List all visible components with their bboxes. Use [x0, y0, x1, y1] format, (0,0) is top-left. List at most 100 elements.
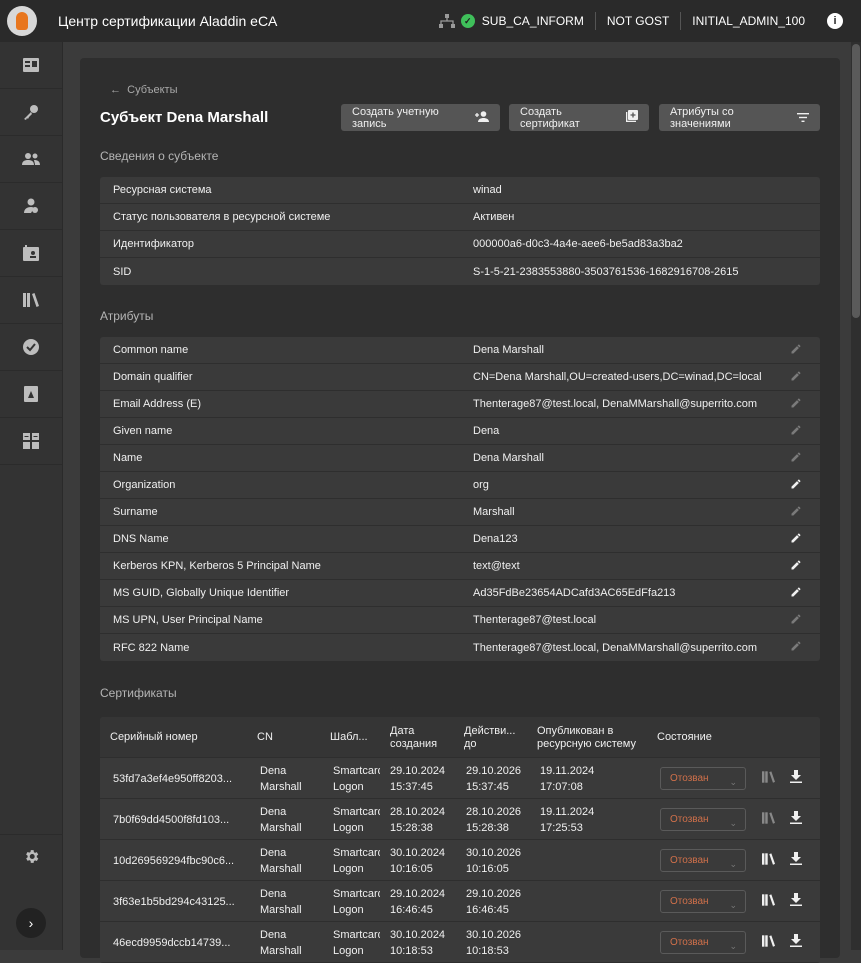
- breadcrumb-label: Субъекты: [127, 84, 178, 96]
- chevron-down-icon: ⌄: [729, 818, 737, 828]
- cert-created: 30.10.2024: [390, 847, 446, 859]
- attribute-value: Thenterage87@test.local, DenaMMarshall@s…: [473, 641, 758, 654]
- attribute-value: Ad35FdBe23654ADCafd3AC65EdFfa213: [473, 587, 676, 599]
- status-select[interactable]: Отозван ⌄: [660, 767, 746, 790]
- attributes-table: Common name Dena Marshall Domain qualifier…: [100, 337, 820, 661]
- current-user[interactable]: INITIAL_ADMIN_100: [692, 14, 805, 28]
- page-scrollbar-thumb[interactable]: [852, 44, 860, 318]
- table-row[interactable]: 46ecd9959dccb14739... Dena Marshall Smartca…: [100, 922, 820, 963]
- create-account-button[interactable]: Создать учетную запись: [341, 104, 500, 131]
- dashboard-icon: [23, 58, 39, 72]
- sidebar-item-directory[interactable]: [0, 230, 62, 277]
- cert-template: Smartcard: [333, 765, 380, 777]
- status-select[interactable]: Отозван ⌄: [660, 890, 746, 913]
- sidebar-item-reports[interactable]: [0, 418, 62, 465]
- attributes-with-values-button[interactable]: Атрибуты со значениями: [659, 104, 820, 131]
- cert-serial: 10d269569294fbc90c6...: [113, 855, 235, 867]
- certificate-icon: [24, 386, 38, 402]
- pencil-icon[interactable]: [790, 532, 804, 546]
- pencil-icon: [790, 451, 804, 465]
- info-value: winad: [473, 184, 502, 196]
- download-icon[interactable]: [790, 770, 802, 788]
- cert-created: 29.10.2024: [390, 765, 446, 777]
- gear-icon: [26, 850, 39, 863]
- status-select[interactable]: Отозван ⌄: [660, 849, 746, 872]
- sidebar-item-certificates[interactable]: [0, 371, 62, 418]
- col-published-line2: ресурсную систему: [537, 738, 636, 750]
- cert-cn: Marshall: [260, 822, 302, 834]
- sidebar-item-verified[interactable]: [0, 324, 62, 371]
- col-valid[interactable]: Действи... до: [464, 725, 515, 751]
- top-status-area: ✓ SUB_CA_INFORM NOT GOST INITIAL_ADMIN_1…: [438, 0, 861, 42]
- calculator-icon: [23, 433, 39, 449]
- col-created[interactable]: Дата создания: [390, 725, 437, 751]
- sidebar-item-settings[interactable]: [0, 834, 63, 878]
- attribute-key: MS GUID, Globally Unique Identifier: [113, 587, 290, 599]
- col-published[interactable]: Опубликован в ресурсную систему: [537, 725, 636, 751]
- col-state[interactable]: Состояние: [657, 731, 712, 744]
- pencil-icon: [790, 343, 804, 357]
- divider: [594, 12, 596, 30]
- col-published-line1: Опубликован в: [537, 725, 614, 737]
- cert-valid-until: 29.10.2026: [466, 888, 522, 900]
- sidebar-item-subjects[interactable]: [0, 183, 62, 230]
- download-icon[interactable]: [790, 811, 802, 829]
- library-icon[interactable]: [762, 894, 775, 911]
- status-value: Отозван: [670, 854, 709, 866]
- cert-valid-until: 10:18:53: [466, 945, 509, 957]
- sidebar-item-dashboard[interactable]: [0, 42, 62, 89]
- sidebar-item-keys[interactable]: [0, 89, 62, 136]
- cert-cn: Dena: [260, 806, 287, 818]
- attribute-key: Domain qualifier: [113, 371, 193, 383]
- col-valid-line1: Действи...: [464, 725, 516, 737]
- cert-created: 16:46:45: [390, 904, 433, 916]
- library-icon: [762, 771, 775, 788]
- cert-created: 10:16:05: [390, 863, 433, 875]
- pencil-icon[interactable]: [790, 586, 804, 600]
- certificates-table-header: Серийный номер CN Шабл... Дата создания Д…: [100, 717, 820, 758]
- cert-created: 15:37:45: [390, 781, 433, 793]
- cert-valid-until: 15:28:38: [466, 822, 509, 834]
- library-icon[interactable]: [762, 935, 775, 952]
- info-key: Ресурсная система: [113, 184, 212, 196]
- table-row[interactable]: 10d269569294fbc90c6... Dena Marshall Smartc…: [100, 840, 820, 881]
- attribute-row: Email Address (E) Thenterage87@test.local…: [100, 391, 820, 418]
- breadcrumb-back[interactable]: ← Субъекты: [110, 84, 178, 96]
- col-cn[interactable]: CN: [257, 731, 273, 744]
- create-certificate-button[interactable]: Создать сертификат: [509, 104, 649, 131]
- network-tree-icon[interactable]: [438, 14, 455, 28]
- table-row[interactable]: 53fd7a3ef4e950ff8203... Dena Marshall Smart…: [100, 758, 820, 799]
- download-icon[interactable]: [790, 934, 802, 952]
- download-icon[interactable]: [790, 893, 802, 911]
- table-row[interactable]: 7b0f69dd4500f8fd103... Dena Marshall Smartc…: [100, 799, 820, 840]
- info-icon[interactable]: i: [827, 13, 843, 29]
- cert-template: Smartcard: [333, 929, 380, 941]
- attribute-key: Organization: [113, 479, 176, 491]
- cert-valid-until: 28.10.2026: [466, 806, 522, 818]
- pencil-icon[interactable]: [790, 559, 804, 573]
- status-select[interactable]: Отозван ⌄: [660, 931, 746, 954]
- table-row[interactable]: 3f63e1b5bd294c43125... Dena Marshall Smartc…: [100, 881, 820, 922]
- cert-cn: Marshall: [260, 781, 302, 793]
- col-template[interactable]: Шабл...: [330, 731, 368, 744]
- cert-created: 29.10.2024: [390, 888, 446, 900]
- col-serial[interactable]: Серийный номер: [110, 731, 198, 744]
- sidebar-item-library[interactable]: [0, 277, 62, 324]
- cert-published: 19.11.2024: [540, 765, 595, 777]
- chevron-right-icon[interactable]: ›: [16, 908, 46, 938]
- status-value: Отозван: [670, 772, 709, 784]
- ca-name[interactable]: SUB_CA_INFORM: [482, 14, 584, 28]
- cert-valid-until: 15:37:45: [466, 781, 509, 793]
- status-select[interactable]: Отозван ⌄: [660, 808, 746, 831]
- aladdin-logo[interactable]: [0, 0, 44, 42]
- app-title: Центр сертификации Aladdin eCA: [58, 13, 278, 29]
- attribute-value: Dena Marshall: [473, 452, 544, 464]
- download-icon[interactable]: [790, 852, 802, 870]
- cert-created: 10:18:53: [390, 945, 433, 957]
- certificates-title: Сертификаты: [100, 686, 177, 700]
- cert-template: Logon: [333, 781, 364, 793]
- add-box-icon: [626, 110, 638, 125]
- sidebar-item-users[interactable]: [0, 136, 62, 183]
- library-icon[interactable]: [762, 853, 775, 870]
- pencil-icon[interactable]: [790, 478, 804, 492]
